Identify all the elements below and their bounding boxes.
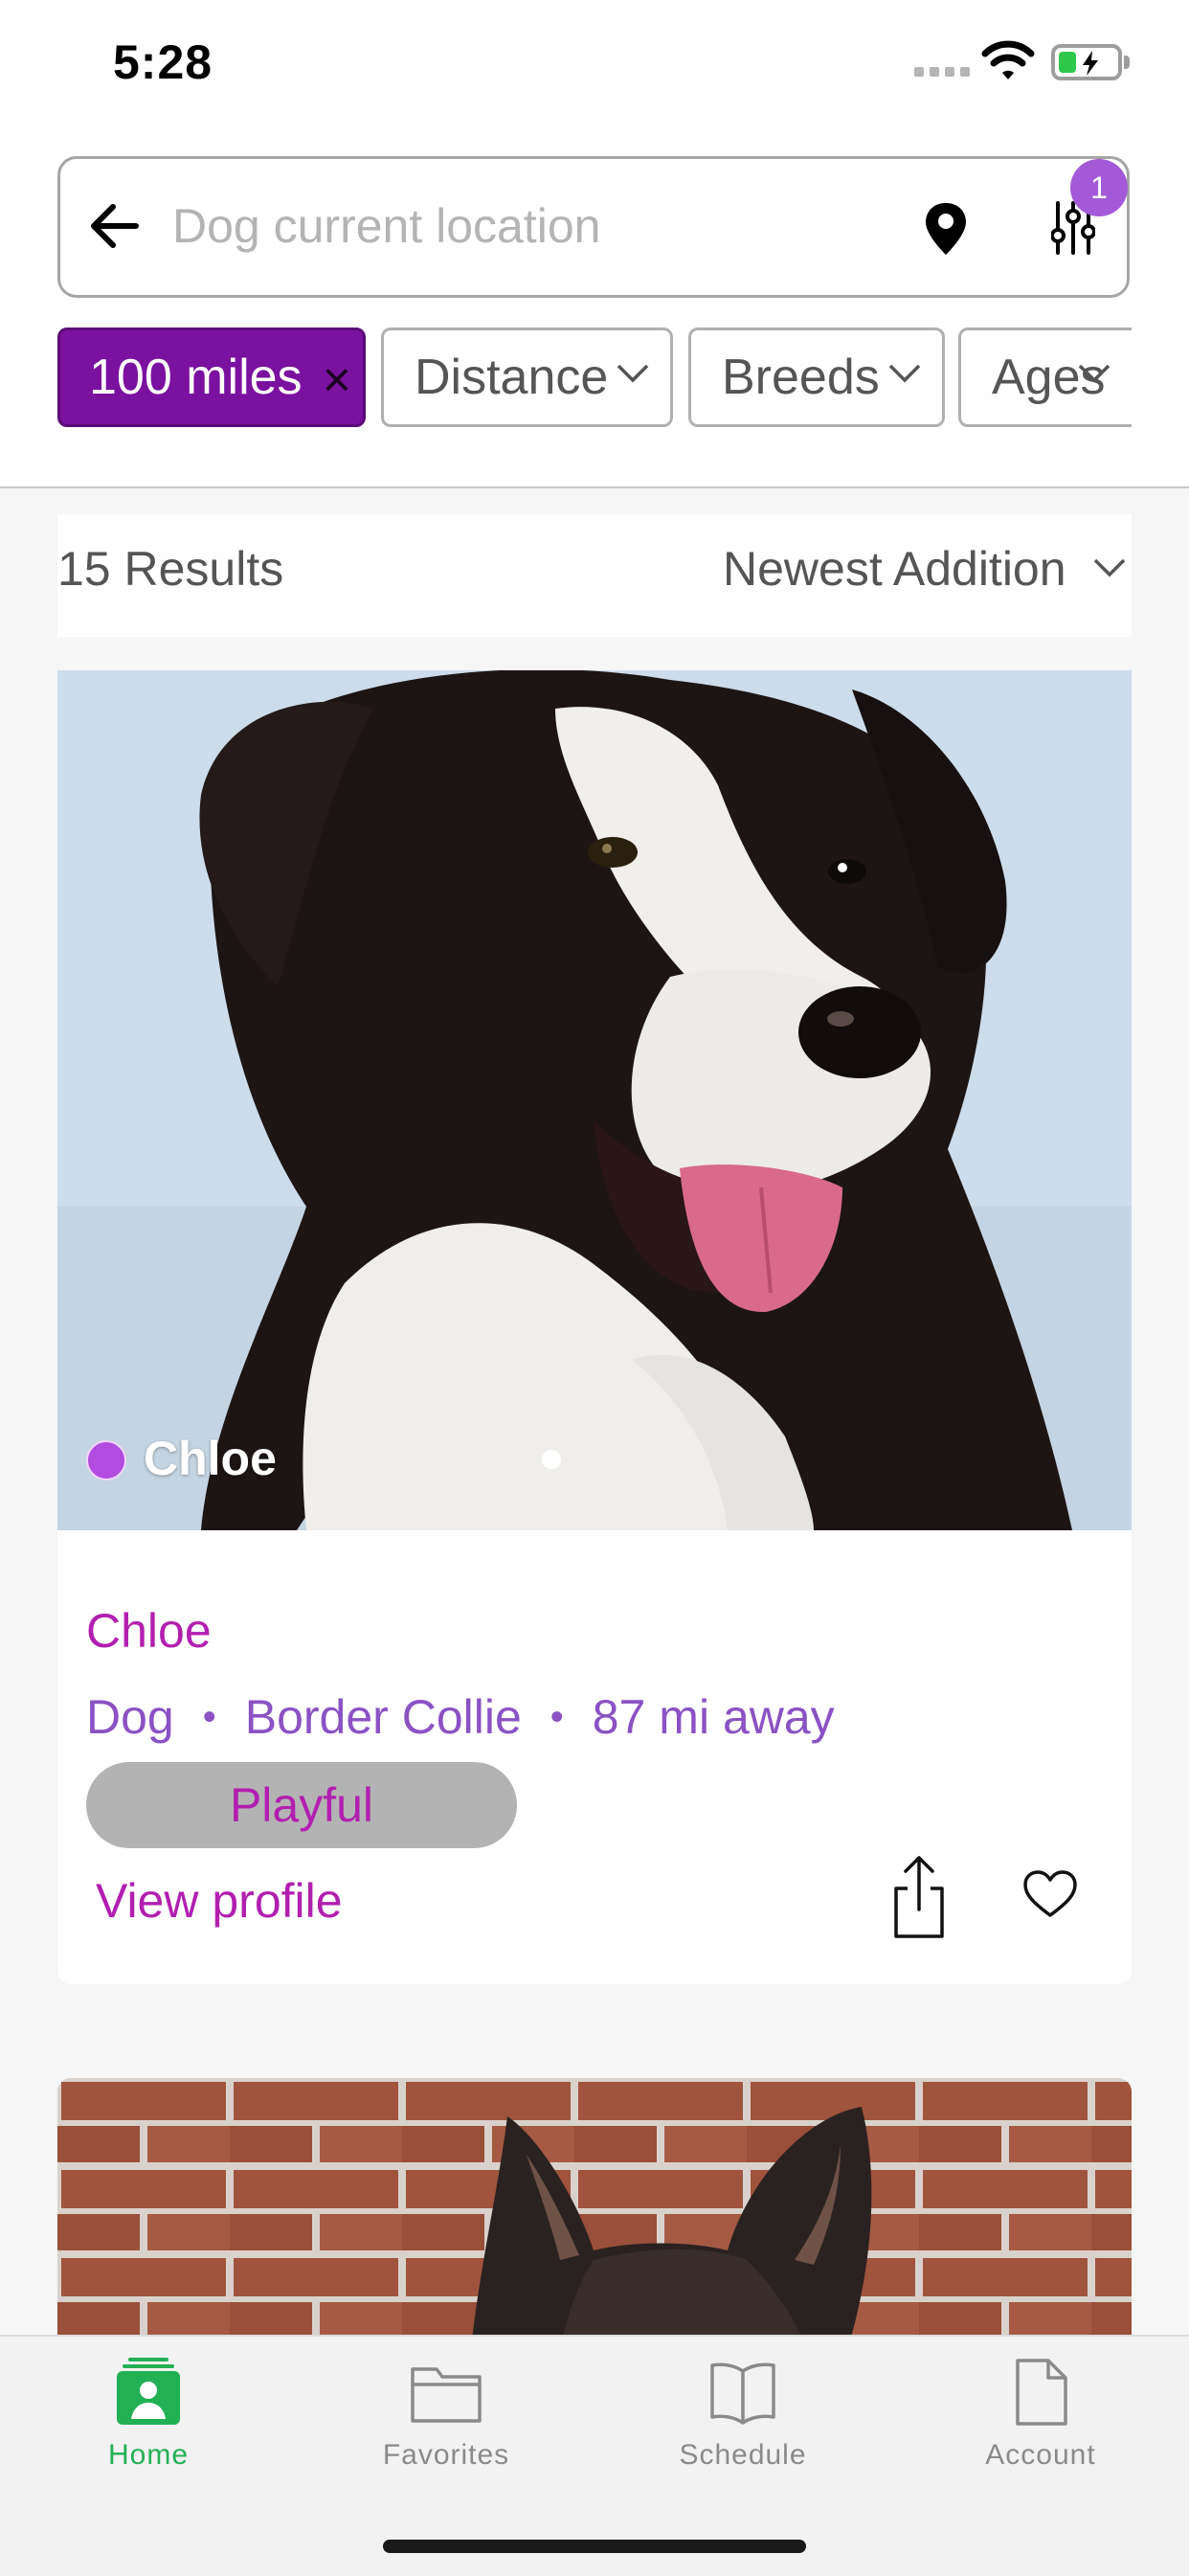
chevron-down-icon (617, 364, 649, 383)
document-icon (1016, 2359, 1067, 2426)
pet-breed: Border Collie (244, 1690, 522, 1744)
tab-label: Schedule (679, 2439, 807, 2471)
pet-photo[interactable] (57, 670, 1132, 1530)
tab-label: Favorites (382, 2439, 510, 2471)
wifi-icon (981, 40, 1035, 79)
chip-distance-value[interactable]: 100 miles × (57, 328, 366, 427)
signal-icon (914, 67, 970, 77)
meta-separator: • (202, 1695, 216, 1738)
meta-separator: • (550, 1695, 564, 1738)
chip-breeds[interactable]: Breeds (688, 328, 945, 427)
home-icon (117, 2358, 180, 2425)
chevron-down-icon[interactable] (1093, 557, 1126, 578)
chip-label: Breeds (722, 350, 880, 405)
trait-badge: Playful (86, 1762, 517, 1848)
results-count: 15 Results (57, 542, 284, 596)
back-arrow-icon[interactable] (88, 201, 142, 251)
pet-name: Chloe (86, 1604, 212, 1658)
home-indicator (383, 2540, 806, 2553)
chevron-down-icon (888, 364, 921, 383)
chip-label: Distance (415, 350, 609, 405)
tab-label: Account (985, 2439, 1096, 2471)
battery-icon (1051, 44, 1122, 80)
folder-icon (411, 2367, 482, 2423)
book-icon (710, 2362, 775, 2425)
chip-distance[interactable]: Distance (381, 328, 673, 427)
tab-favorites[interactable]: Favorites (331, 2358, 561, 2472)
pet-photo-next[interactable] (57, 2078, 1132, 2365)
chevron-down-icon (1078, 364, 1110, 383)
pet-meta: Dog • Border Collie • 87 mi away (86, 1689, 835, 1745)
carousel-indicator-dot (542, 1450, 561, 1469)
filter-count-badge: 1 (1070, 159, 1128, 216)
chip-ages[interactable]: Ages (958, 328, 1132, 427)
tab-label: Home (107, 2439, 190, 2471)
filter-chip-row: 100 miles × Distance Breeds Ages (57, 328, 1132, 427)
remove-chip-icon[interactable]: × (323, 351, 351, 409)
status-dot-icon (86, 1440, 126, 1480)
view-profile-link[interactable]: View profile (96, 1873, 343, 1929)
photo-overlay-name: Chloe (144, 1432, 277, 1485)
status-time: 5:28 (113, 35, 213, 89)
location-search-input[interactable] (172, 192, 881, 260)
pet-species: Dog (86, 1690, 174, 1744)
location-pin-icon[interactable] (923, 201, 969, 257)
favorite-heart-icon[interactable] (1022, 1869, 1078, 1919)
share-icon[interactable] (890, 1854, 948, 1940)
chip-label: 100 miles (89, 350, 303, 405)
tab-account[interactable]: Account (926, 2358, 1155, 2472)
tab-home[interactable]: Home (34, 2358, 263, 2472)
pet-distance: 87 mi away (592, 1690, 835, 1744)
tab-schedule[interactable]: Schedule (628, 2358, 858, 2472)
sort-dropdown[interactable]: Newest Addition (723, 541, 1066, 597)
